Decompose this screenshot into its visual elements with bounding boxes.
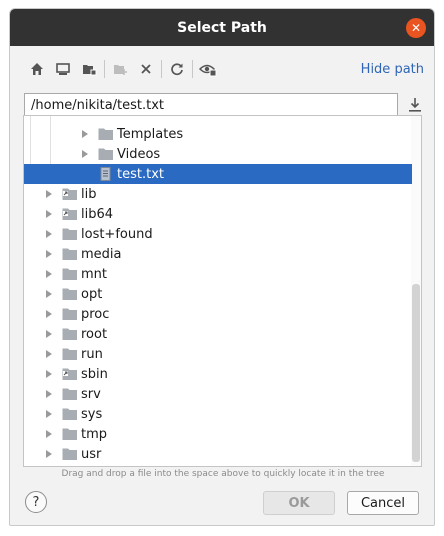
folder-icon	[62, 287, 78, 301]
toolbar-separator	[161, 60, 162, 78]
tree-item-label: sbin	[81, 366, 108, 382]
tree-row[interactable]: proc	[24, 304, 412, 324]
folder-icon	[98, 147, 114, 161]
tree-row[interactable]: sbin	[24, 364, 412, 384]
expand-arrow-icon[interactable]	[80, 129, 90, 139]
path-input[interactable]: /home/nikita/test.txt	[24, 93, 398, 117]
tree-row[interactable]: sys	[24, 404, 412, 424]
tree-row[interactable]: lib64	[24, 204, 412, 224]
toolbar: Hide path	[24, 57, 424, 81]
expand-arrow-icon[interactable]	[44, 449, 54, 459]
close-icon: ✕	[410, 21, 422, 35]
tree-row[interactable]: run	[24, 344, 412, 364]
expand-arrow-icon[interactable]	[44, 289, 54, 299]
delete-icon[interactable]	[133, 57, 159, 81]
select-path-dialog: Select Path ✕ Hide path /home/nikita/tes…	[9, 8, 435, 526]
folder-icon	[62, 387, 78, 401]
expand-arrow-icon[interactable]	[44, 389, 54, 399]
expand-arrow-icon[interactable]	[44, 429, 54, 439]
folder-icon	[62, 247, 78, 261]
expand-arrow-icon[interactable]	[44, 409, 54, 419]
tree-item-label: opt	[81, 286, 103, 302]
tree-row[interactable]: root	[24, 324, 412, 344]
path-row: /home/nikita/test.txt	[24, 93, 424, 117]
tree-item-label: proc	[81, 306, 110, 322]
folder-link-icon	[62, 187, 78, 201]
folder-icon	[62, 407, 78, 421]
dialog-title: Select Path	[177, 19, 267, 36]
show-hidden-icon[interactable]	[195, 57, 221, 81]
expand-arrow-icon[interactable]	[80, 149, 90, 159]
tree-item-label: test.txt	[117, 166, 164, 182]
tree-item-label: run	[81, 346, 103, 362]
tree-item-label: lost+found	[81, 226, 153, 242]
help-button[interactable]: ?	[25, 491, 47, 513]
drag-drop-hint: Drag and drop a file into the space abov…	[61, 469, 385, 479]
expand-arrow-icon[interactable]	[44, 209, 54, 219]
tree-item-label: tmp	[81, 426, 108, 442]
folder-icon	[62, 267, 78, 281]
tree-item-label: srv	[81, 386, 101, 402]
expand-arrow-icon[interactable]	[44, 329, 54, 339]
tree-row[interactable]: lost+found	[24, 224, 412, 244]
path-value: /home/nikita/test.txt	[31, 97, 165, 113]
tree-row[interactable]: mnt	[24, 264, 412, 284]
hide-path-link[interactable]: Hide path	[361, 62, 424, 77]
close-button[interactable]: ✕	[406, 18, 426, 38]
tree-item-label: lib	[81, 186, 97, 202]
toolbar-separator	[104, 60, 105, 78]
home-icon[interactable]	[24, 57, 50, 81]
expand-arrow-icon[interactable]	[44, 349, 54, 359]
refresh-icon[interactable]	[164, 57, 190, 81]
tree-item-label: sys	[81, 406, 103, 422]
folder-icon	[62, 327, 78, 341]
folder-icon	[62, 427, 78, 441]
tree-item-label: var	[81, 467, 102, 468]
folder-link-icon	[62, 207, 78, 221]
cancel-button[interactable]: Cancel	[347, 491, 419, 515]
tree-item-label: media	[81, 246, 122, 262]
folder-link-icon	[62, 367, 78, 381]
folder-icon	[98, 127, 114, 141]
file-tree[interactable]: Templates Videos test.txt lib lib64 lost+foun…	[23, 115, 422, 467]
expand-arrow-icon[interactable]	[44, 269, 54, 279]
title-bar: Select Path ✕	[10, 9, 434, 46]
project-folder-icon[interactable]	[76, 57, 102, 81]
tree-row[interactable]: opt	[24, 284, 412, 304]
expand-arrow-icon[interactable]	[44, 189, 54, 199]
tree-item-label: mnt	[81, 266, 107, 282]
tree-row[interactable]: lib	[24, 184, 412, 204]
tree-row[interactable]: var	[24, 464, 412, 468]
expand-arrow-icon[interactable]	[44, 369, 54, 379]
tree-item-label: Templates	[117, 126, 184, 142]
desktop-icon[interactable]	[50, 57, 76, 81]
folder-icon	[62, 307, 78, 321]
tree-item-label: lib64	[81, 206, 114, 222]
download-icon[interactable]	[406, 95, 424, 115]
expand-arrow-icon[interactable]	[44, 229, 54, 239]
folder-icon	[62, 227, 78, 241]
tree-item-label: usr	[81, 446, 102, 462]
expand-arrow-icon[interactable]	[44, 309, 54, 319]
text-file-icon	[98, 167, 114, 181]
expand-arrow-icon[interactable]	[44, 249, 54, 259]
tree-row[interactable]: srv	[24, 384, 412, 404]
tree-row[interactable]: tmp	[24, 424, 412, 444]
scrollbar-thumb[interactable]	[412, 284, 420, 462]
tree-row[interactable]: Templates	[24, 124, 412, 144]
ok-button[interactable]: OK	[263, 491, 335, 515]
toolbar-separator	[192, 60, 193, 78]
new-folder-icon[interactable]	[107, 57, 133, 81]
tree-item-label: Videos	[117, 146, 161, 162]
folder-icon	[62, 447, 78, 461]
tree-row[interactable]: usr	[24, 444, 412, 464]
tree-item-label: root	[81, 326, 108, 342]
tree-row[interactable]: Videos	[24, 144, 412, 164]
tree-row[interactable]: test.txt	[24, 164, 412, 184]
scrollbar[interactable]	[411, 116, 421, 466]
tree-row[interactable]: media	[24, 244, 412, 264]
folder-icon	[62, 347, 78, 361]
